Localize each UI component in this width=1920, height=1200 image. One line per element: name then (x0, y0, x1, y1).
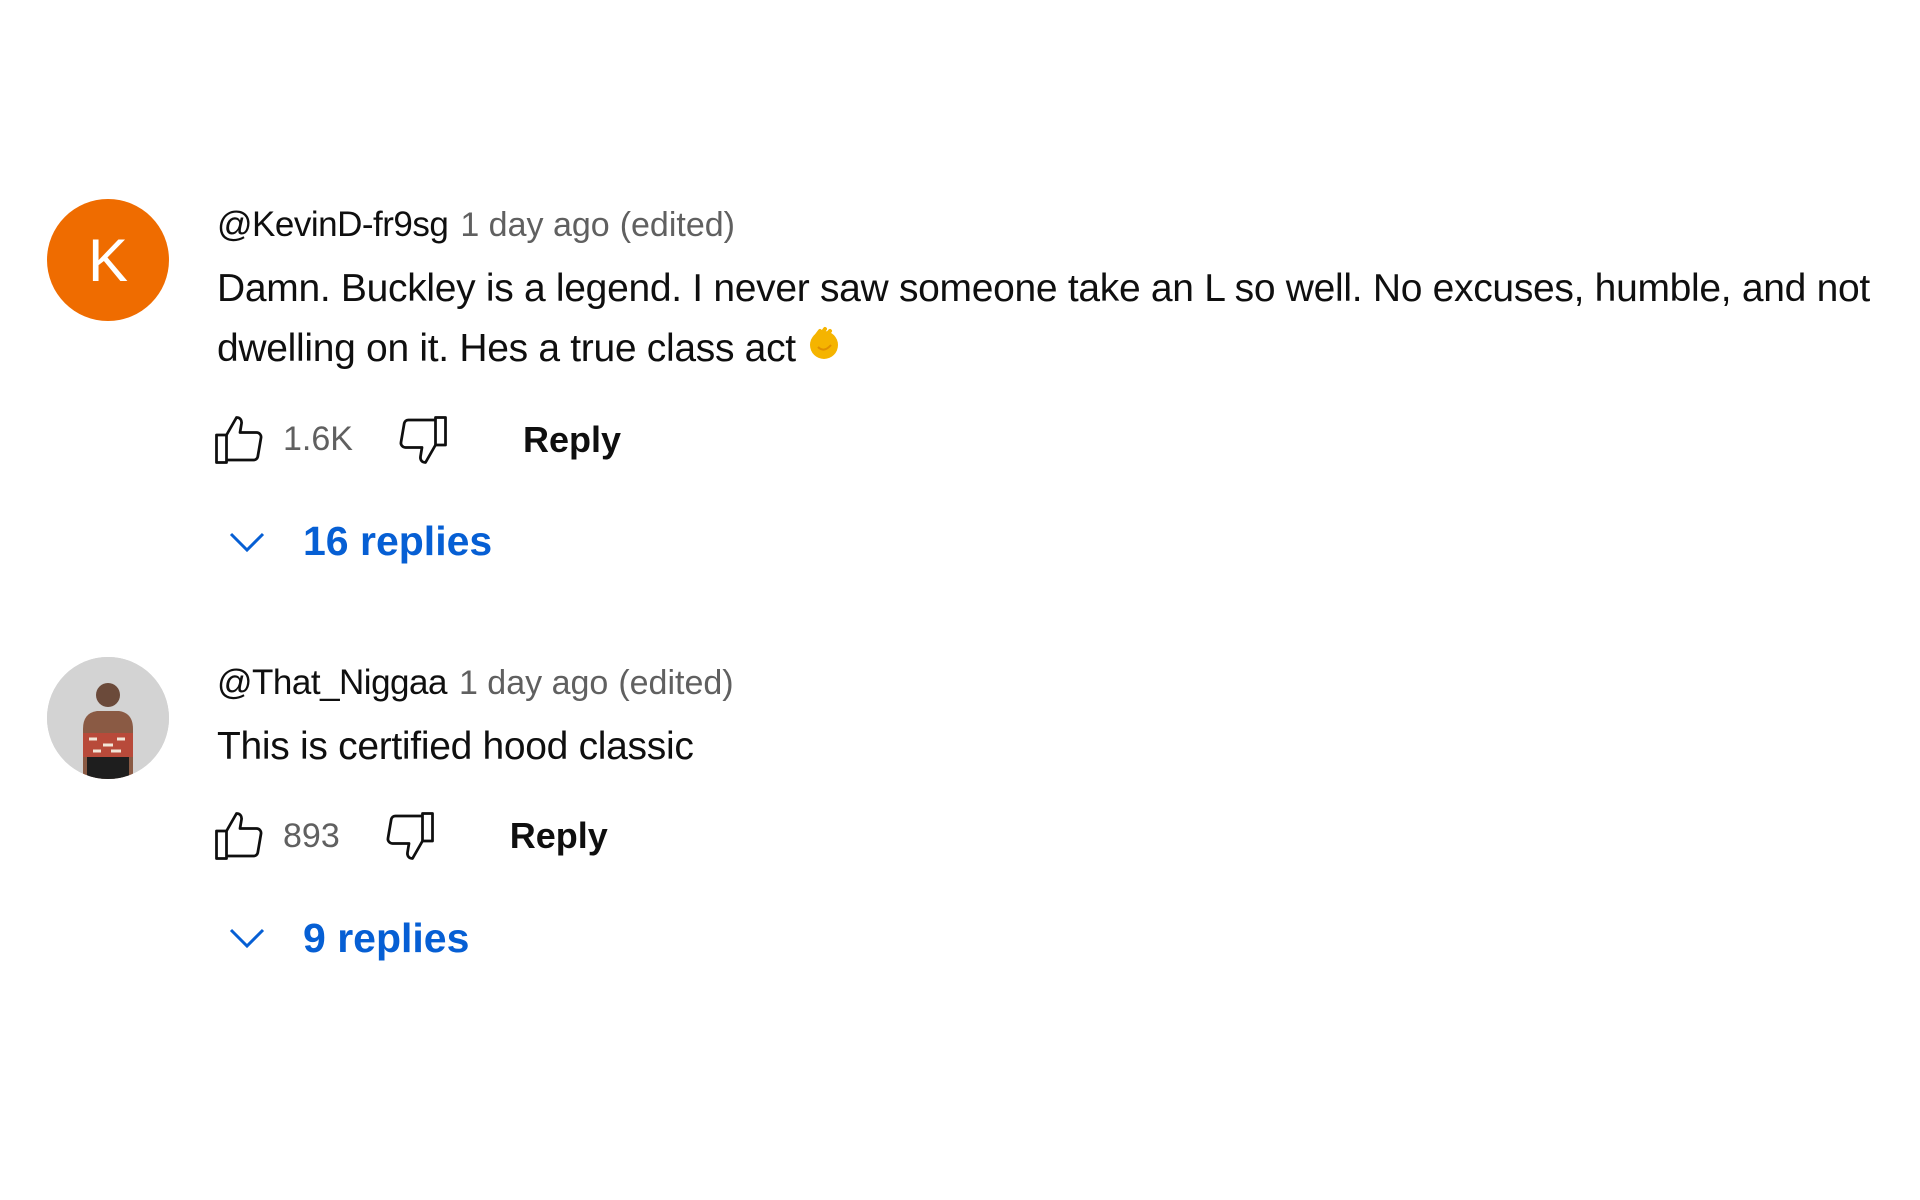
comment-time[interactable]: 1 day ago (459, 664, 608, 703)
comment-header: @KevinD-fr9sg 1 day ago (edited) (217, 205, 1900, 245)
chevron-down-icon (227, 530, 267, 554)
thumbs-up-icon (215, 415, 263, 464)
avatar[interactable] (47, 657, 169, 779)
like-count: 893 (283, 816, 340, 855)
comment-text-content: Damn. Buckley is a legend. I never saw s… (217, 267, 1870, 370)
replies-count-label: 16 replies (303, 518, 493, 565)
comment-body: @KevinD-fr9sg 1 day ago (edited) Damn. B… (215, 197, 1900, 577)
like-count: 1.6K (283, 420, 353, 459)
clapping-hands-icon (804, 321, 844, 381)
author-name[interactable]: @KevinD-fr9sg (217, 205, 449, 245)
comment-text-content: This is certified hood classic (217, 725, 694, 768)
dislike-button[interactable] (393, 410, 453, 470)
reply-button[interactable]: Reply (510, 815, 608, 857)
edited-label: (edited) (618, 664, 734, 702)
comment-time[interactable]: 1 day ago (460, 206, 609, 245)
comment-body: @That_Niggaa 1 day ago (edited) This is … (215, 655, 1900, 973)
reply-button[interactable]: Reply (523, 419, 621, 461)
thumbs-down-icon (399, 415, 447, 464)
replies-count-label: 9 replies (303, 914, 470, 961)
avatar[interactable]: K (47, 199, 169, 321)
view-replies-button[interactable]: 9 replies (227, 903, 1900, 973)
action-bar: 893 Reply (215, 801, 1900, 871)
comment-text: Damn. Buckley is a legend. I never saw s… (217, 259, 1897, 381)
author-name[interactable]: @That_Niggaa (217, 663, 447, 703)
thumbs-up-icon (215, 812, 263, 860)
avatar-photo (47, 657, 169, 779)
avatar-letter: K (87, 226, 129, 294)
edited-label: (edited) (619, 206, 735, 244)
chevron-down-icon (227, 926, 267, 950)
like-button[interactable] (209, 806, 269, 866)
view-replies-button[interactable]: 16 replies (227, 507, 1900, 577)
dislike-button[interactable] (380, 806, 440, 866)
thumbs-down-icon (386, 812, 434, 860)
comments-section: K @KevinD-fr9sg 1 day ago (edited) Damn.… (0, 0, 1920, 1200)
action-bar: 1.6K Reply (215, 405, 1900, 475)
comment-header: @That_Niggaa 1 day ago (edited) (217, 663, 1900, 703)
like-button[interactable] (209, 410, 269, 470)
comment-text: This is certified hood classic (217, 717, 1897, 777)
